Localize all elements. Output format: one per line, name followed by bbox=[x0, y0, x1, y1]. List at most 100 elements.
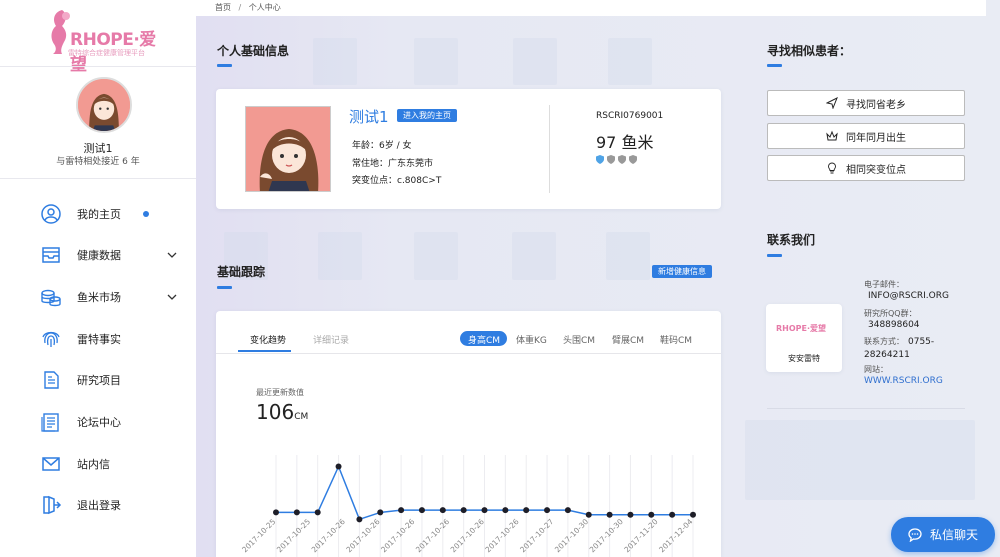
latest-number: 106 bbox=[256, 400, 295, 424]
tab-trend[interactable]: 变化趋势 bbox=[250, 333, 286, 346]
section-accent-bar bbox=[217, 286, 232, 289]
logo-subtitle: 雷特综合症健康管理平台 bbox=[68, 49, 145, 57]
tab-details[interactable]: 详细记录 bbox=[313, 333, 349, 346]
data-point bbox=[439, 507, 446, 514]
sidebar-item-messages[interactable]: 站内信 bbox=[0, 446, 196, 482]
inbox-icon bbox=[42, 247, 60, 263]
sidebar-item-label: 健康数据 bbox=[77, 249, 121, 262]
x-tick-label: 2017-10-26 bbox=[310, 517, 347, 554]
data-point bbox=[544, 507, 551, 514]
top-bar bbox=[196, 0, 986, 16]
data-point bbox=[502, 507, 509, 514]
x-tick-label: 2017-10-26 bbox=[483, 517, 520, 554]
metric-height[interactable]: 身高CM bbox=[468, 333, 500, 346]
data-point bbox=[564, 507, 571, 514]
same-mutation-button[interactable]: 相同突变位点 bbox=[767, 155, 965, 181]
points-value: 97 鱼米 bbox=[596, 133, 654, 152]
qq-label: 研究所QQ群： bbox=[864, 309, 917, 318]
data-point bbox=[585, 511, 592, 518]
brand-logo[interactable]: RHOPE·爱望 雷特综合症健康管理平台 bbox=[48, 8, 168, 75]
data-point bbox=[627, 511, 634, 518]
data-point bbox=[648, 511, 655, 518]
x-tick-label: 2017-10-27 bbox=[518, 517, 555, 554]
website-link[interactable]: WWW.RSCRI.ORG bbox=[864, 376, 943, 386]
sidebar-item-label: 退出登录 bbox=[77, 499, 121, 512]
web-label: 网站： bbox=[864, 365, 888, 374]
height-trend-chart: 2017-10-252017-10-252017-10-262017-10-26… bbox=[240, 455, 696, 557]
active-tab-underline bbox=[238, 350, 291, 352]
breadcrumb-separator: / bbox=[238, 3, 242, 12]
x-tick-label: 2017-10-30 bbox=[588, 517, 625, 554]
add-health-info-button[interactable]: 新增健康信息 bbox=[652, 265, 712, 278]
sidebar-item-label: 站内信 bbox=[77, 458, 110, 471]
patient-code: RSCRI0769001 bbox=[596, 111, 664, 121]
mail-icon bbox=[42, 457, 60, 471]
breadcrumb-home[interactable]: 首页 bbox=[215, 3, 231, 12]
phone-value: 0755-28264211 bbox=[864, 337, 935, 360]
active-dot bbox=[143, 211, 149, 217]
profile-avatar[interactable] bbox=[245, 106, 331, 192]
x-tick-label: 2017-11-20 bbox=[622, 517, 659, 554]
data-point bbox=[606, 511, 613, 518]
x-tick-label: 2017-10-26 bbox=[449, 517, 486, 554]
sidebar-item-market[interactable]: 鱼米市场 bbox=[0, 279, 196, 315]
chevron-down-icon bbox=[167, 294, 177, 300]
private-chat-button[interactable]: 私信聊天 bbox=[891, 517, 995, 552]
data-point bbox=[377, 509, 384, 516]
sidebar-item-research[interactable]: 研究项目 bbox=[0, 362, 196, 398]
chevron-down-icon bbox=[167, 252, 177, 258]
shield-icon bbox=[618, 155, 626, 164]
org-card[interactable]: RHOPE·爱望 安安雷特 bbox=[766, 304, 842, 372]
email-label: 电子邮件： bbox=[864, 280, 904, 289]
sidebar-item-forum[interactable]: 论坛中心 bbox=[0, 404, 196, 440]
qq-value: 348898604 bbox=[868, 320, 920, 330]
profile-mutation: 突变位点：c.808C>T bbox=[352, 176, 442, 186]
coins-icon bbox=[41, 289, 61, 307]
tabs-divider bbox=[216, 353, 721, 354]
card-divider bbox=[549, 105, 550, 193]
data-point bbox=[293, 509, 300, 516]
crown-icon bbox=[826, 130, 838, 141]
data-point bbox=[398, 507, 405, 514]
sidebar-item-label: 研究项目 bbox=[77, 374, 121, 387]
similar-section-title: 寻找相似患者： bbox=[767, 44, 852, 58]
sidebar-item-rett-facts[interactable]: 雷特事实 bbox=[0, 321, 196, 357]
breadcrumb: 首页 / 个人中心 bbox=[215, 2, 281, 13]
x-tick-label: 2017-10-30 bbox=[553, 517, 590, 554]
sidebar: RHOPE·爱望 雷特综合症健康管理平台 测试1 与雷特相处接近 6 年 我的主… bbox=[0, 0, 196, 557]
email-value[interactable]: INFO@RSCRI.ORG bbox=[868, 291, 949, 301]
latest-unit: CM bbox=[294, 412, 309, 422]
section-accent-bar bbox=[767, 64, 782, 67]
fingerprint-icon bbox=[42, 331, 60, 347]
sidebar-item-logout[interactable]: 退出登录 bbox=[0, 487, 196, 523]
sidebar-item-home[interactable]: 我的主页 bbox=[0, 196, 196, 232]
x-tick-label: 2017-10-26 bbox=[414, 517, 451, 554]
metric-head[interactable]: 头围CM bbox=[563, 333, 595, 346]
sidebar-item-label: 我的主页 bbox=[77, 208, 121, 221]
profile-section-title: 个人基础信息 bbox=[217, 44, 290, 58]
find-same-province-button[interactable]: 寻找同省老乡 bbox=[767, 90, 965, 116]
profile-card: 测试1 进入我的主页 年龄：6岁 / 女 常住地：广东东莞市 突变位点：c.80… bbox=[216, 89, 721, 209]
profile-age: 年龄：6岁 / 女 bbox=[352, 141, 412, 151]
sidebar-item-label: 论坛中心 bbox=[77, 416, 121, 429]
data-point bbox=[669, 511, 676, 518]
data-point bbox=[481, 507, 488, 514]
enter-homepage-button[interactable]: 进入我的主页 bbox=[397, 109, 457, 122]
same-birth-month-button[interactable]: 同年同月出生 bbox=[767, 123, 965, 149]
sidebar-divider bbox=[0, 66, 196, 67]
button-label: 同年同月出生 bbox=[846, 132, 906, 144]
data-point bbox=[460, 507, 467, 514]
metric-armspan[interactable]: 臂展CM bbox=[612, 333, 644, 346]
x-tick-label: 2017-12-04 bbox=[657, 517, 694, 554]
org-name: 安安雷特 bbox=[788, 354, 820, 363]
badge-row bbox=[596, 155, 637, 164]
x-tick-label: 2017-10-25 bbox=[275, 517, 312, 554]
metric-shoe[interactable]: 鞋码CM bbox=[660, 333, 692, 346]
send-icon bbox=[826, 97, 838, 109]
user-avatar[interactable] bbox=[76, 77, 132, 133]
contact-divider bbox=[767, 408, 965, 409]
metric-weight[interactable]: 体重KG bbox=[516, 333, 547, 346]
avatar-illustration bbox=[78, 79, 130, 131]
sidebar-item-health-data[interactable]: 健康数据 bbox=[0, 237, 196, 273]
latest-label: 最近更新数值 bbox=[256, 388, 304, 397]
